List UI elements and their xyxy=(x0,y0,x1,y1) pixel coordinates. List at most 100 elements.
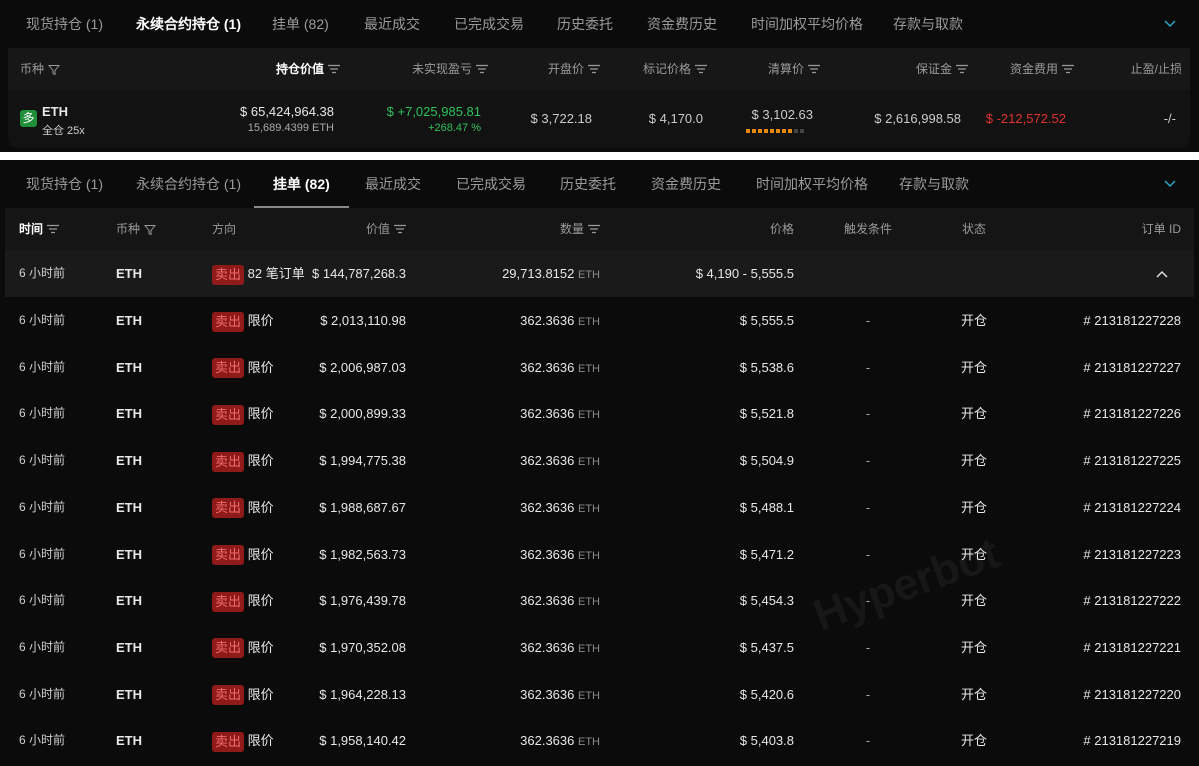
coin[interactable]: ETH xyxy=(116,531,142,578)
order-row[interactable]: 6 小时前 ETH 卖出 限价 $ 1,982,563.73 362.3636 … xyxy=(5,531,1194,578)
col-pnl[interactable]: 未实现盈亏 xyxy=(412,48,488,90)
sell-badge: 卖出 xyxy=(212,404,245,425)
tab-8[interactable]: 存款与取款 xyxy=(899,160,969,208)
tpsl[interactable]: -/- xyxy=(1164,111,1176,126)
order-id: # 213181227221 xyxy=(1083,639,1181,655)
order-row[interactable]: 6 小时前 ETH 卖出 限价 $ 2,006,987.03 362.3636 … xyxy=(5,344,1194,391)
risk-dot xyxy=(758,129,762,133)
col-funding[interactable]: 资金费用 xyxy=(1010,48,1074,90)
value: $ 2,000,899.33 xyxy=(319,406,406,422)
order-row[interactable]: 6 小时前 ETH 卖出 限价 $ 1,970,352.08 362.3636 … xyxy=(5,624,1194,671)
sell-badge: 卖出 xyxy=(212,591,245,612)
tab-7[interactable]: 时间加权平均价格 xyxy=(756,160,868,208)
tab-6[interactable]: 资金费历史 xyxy=(651,160,721,208)
tab-0[interactable]: 现货持仓 (1) xyxy=(26,160,103,208)
tab-1[interactable]: 永续合约持仓 (1) xyxy=(136,0,241,48)
order-count: 82 笔订单 xyxy=(247,266,305,281)
sort-icon xyxy=(588,49,600,91)
tab-0[interactable]: 现货持仓 (1) xyxy=(26,0,103,48)
order-row[interactable]: 6 小时前 ETH 卖出 限价 $ 2,000,899.33 362.3636 … xyxy=(5,390,1194,437)
coin[interactable]: ETH xyxy=(116,297,142,344)
qty: 362.3636 xyxy=(520,406,575,422)
coin[interactable]: ETH xyxy=(116,390,142,437)
order-type: 限价 xyxy=(247,639,274,655)
coin[interactable]: ETH xyxy=(116,577,142,624)
col-value[interactable]: 持仓价值 xyxy=(276,48,340,90)
divider xyxy=(0,152,1199,160)
sort-icon xyxy=(47,209,60,251)
trigger: - xyxy=(865,686,871,702)
long-badge: 多 xyxy=(20,110,37,127)
value: $ 1,976,439.78 xyxy=(319,593,406,609)
qty: 362.3636 xyxy=(520,639,575,655)
col-price: 价格 xyxy=(769,222,794,236)
tab-4[interactable]: 已完成交易 xyxy=(456,160,526,208)
unit: ETH xyxy=(578,316,600,328)
position-value: $ 65,424,964.38 xyxy=(240,104,334,119)
col-mark[interactable]: 标记价格 xyxy=(643,48,707,90)
coin[interactable]: ETH xyxy=(42,104,68,119)
price: $ 5,521.8 xyxy=(739,406,794,422)
coin[interactable]: ETH xyxy=(116,671,142,718)
risk-dot xyxy=(782,129,786,133)
col-label: 时间 xyxy=(19,222,44,236)
order-row[interactable]: 6 小时前 ETH 卖出 限价 $ 1,958,140.42 362.3636 … xyxy=(5,717,1194,764)
value: $ 144,787,268.3 xyxy=(312,266,406,281)
col-qty[interactable]: 数量 xyxy=(560,208,600,250)
value: $ 1,958,140.42 xyxy=(319,733,406,749)
col-value[interactable]: 价值 xyxy=(366,208,406,250)
tab-7[interactable]: 时间加权平均价格 xyxy=(751,0,863,48)
col-time[interactable]: 时间 xyxy=(19,208,60,251)
chevron-down-icon[interactable] xyxy=(1163,177,1177,191)
coin[interactable]: ETH xyxy=(116,437,142,484)
price: $ 5,488.1 xyxy=(739,499,794,515)
coin[interactable]: ETH xyxy=(116,624,142,671)
tab-8[interactable]: 存款与取款 xyxy=(893,0,963,48)
tab-1[interactable]: 永续合约持仓 (1) xyxy=(136,160,241,208)
time: 6 小时前 xyxy=(19,359,66,374)
col-trigger: 触发条件 xyxy=(843,222,892,236)
chevron-up-icon[interactable] xyxy=(1155,267,1169,281)
risk-dot xyxy=(776,129,780,133)
tab-2[interactable]: 挂单 (82) xyxy=(272,0,329,48)
col-label: 币种 xyxy=(20,62,45,76)
order-row[interactable]: 6 小时前 ETH 卖出 限价 $ 1,994,775.38 362.3636 … xyxy=(5,437,1194,484)
col-liq[interactable]: 清算价 xyxy=(768,48,820,90)
order-row[interactable]: 6 小时前 ETH 卖出 限价 $ 2,013,110.98 362.3636 … xyxy=(5,297,1194,344)
tab-5[interactable]: 历史委托 xyxy=(557,0,613,48)
order-row[interactable]: 6 小时前 ETH 卖出 限价 $ 1,976,439.78 362.3636 … xyxy=(5,577,1194,624)
tab-4[interactable]: 已完成交易 xyxy=(454,0,524,48)
tab-5[interactable]: 历史委托 xyxy=(560,160,616,208)
col-label: 未实现盈亏 xyxy=(411,62,472,76)
unit: ETH xyxy=(578,596,600,609)
col-coin[interactable]: 币种 xyxy=(116,208,157,250)
status: 开仓 xyxy=(960,453,987,469)
col-coin[interactable]: 币种 xyxy=(20,48,61,90)
time: 6 小时前 xyxy=(19,733,66,748)
order-id: # 213181227227 xyxy=(1083,359,1181,375)
col-label: 价值 xyxy=(365,222,390,236)
price: $ 5,555.5 xyxy=(739,313,794,328)
order-group-row[interactable]: 6 小时前 ETH 卖出 82 笔订单 $ 144,787,268.3 29,7… xyxy=(5,250,1194,297)
coin[interactable]: ETH xyxy=(116,717,142,764)
order-row[interactable]: 6 小时前 ETH 卖出 限价 $ 1,988,687.67 362.3636 … xyxy=(5,484,1194,531)
col-entry[interactable]: 开盘价 xyxy=(548,48,600,90)
order-id: # 213181227226 xyxy=(1083,406,1181,422)
sell-badge: 卖出 xyxy=(212,498,245,519)
tab-6[interactable]: 资金费历史 xyxy=(647,0,717,48)
coin[interactable]: ETH xyxy=(116,344,142,391)
coin[interactable]: ETH xyxy=(116,484,142,531)
risk-dot xyxy=(800,129,804,133)
time: 6 小时前 xyxy=(19,546,66,561)
liquidation-price: $ 3,102.63 xyxy=(751,107,813,122)
tab-3[interactable]: 最近成交 xyxy=(364,0,420,48)
tab-2[interactable]: 挂单 (82) xyxy=(254,160,349,208)
chevron-down-icon[interactable] xyxy=(1163,17,1177,31)
order-type: 限价 xyxy=(247,359,274,375)
col-margin[interactable]: 保证金 xyxy=(916,48,968,90)
sell-badge: 卖出 xyxy=(212,685,245,706)
tab-3[interactable]: 最近成交 xyxy=(365,160,421,208)
mark-price: $ 4,170.0 xyxy=(648,111,703,126)
col-status: 状态 xyxy=(961,222,986,236)
order-row[interactable]: 6 小时前 ETH 卖出 限价 $ 1,964,228.13 362.3636 … xyxy=(5,671,1194,718)
